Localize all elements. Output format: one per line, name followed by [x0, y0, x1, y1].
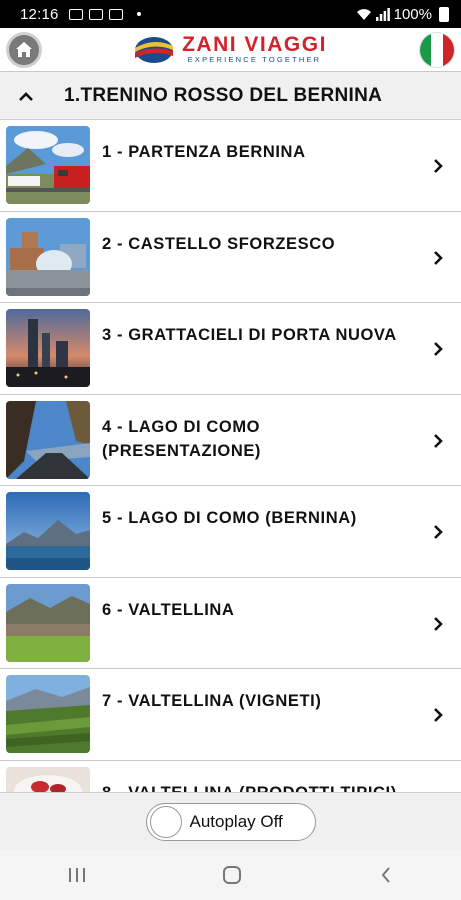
status-right: 100% [356, 6, 449, 23]
back-icon[interactable] [378, 865, 394, 885]
list-item[interactable]: 6 - VALTELLINA [0, 578, 461, 669]
footer-bar: Autoplay Off [0, 792, 461, 850]
list-item[interactable]: 2 - CASTELLO SFORZESCO [0, 212, 461, 303]
chevron-right-icon[interactable] [431, 249, 445, 267]
list-item[interactable]: 8 - VALTELLINA (PRODOTTI TIPICI) [0, 761, 461, 793]
thumbnail-lake-mountains [6, 492, 90, 570]
home-icon [16, 42, 32, 57]
logo-emblem-icon [135, 36, 174, 63]
notification-icons [68, 8, 141, 20]
chevron-right-icon[interactable] [431, 340, 445, 358]
status-bar: 12:16 100% [0, 0, 461, 28]
list-item-label: 3 - GRATTACIELI DI PORTA NUOVA [102, 326, 397, 344]
thumbnail-valley [6, 583, 90, 662]
mail-icon [108, 8, 123, 20]
list-item-label: 5 - LAGO DI COMO (BERNINA) [102, 509, 357, 527]
autoplay-label: Autoplay Off [189, 811, 283, 831]
list-item-label: 4 - LAGO DI COMO (PRESENTAZIONE) [102, 417, 262, 460]
chevron-right-icon[interactable] [431, 432, 445, 450]
list-item[interactable]: 3 - GRATTACIELI DI PORTA NUOVA [0, 303, 461, 395]
autoplay-toggle[interactable]: Autoplay Off [145, 802, 316, 841]
battery-icon [439, 6, 449, 22]
list-item-label: 1 - PARTENZA BERNINA [102, 143, 306, 161]
logo-title: ZANI VIAGGI [182, 32, 327, 56]
status-time: 12:16 [20, 5, 59, 23]
thumbnail-vineyards [6, 675, 90, 753]
itinerary-list[interactable]: 1 - PARTENZA BERNINA 2 - CASTELLO SFORZE… [0, 120, 461, 792]
chevron-right-icon[interactable] [431, 706, 445, 724]
brand-logo: ZANI VIAGGI EXPERIENCE TOGETHER [134, 32, 327, 65]
thumbnail-products [6, 766, 90, 792]
list-item[interactable]: 4 - LAGO DI COMO (PRESENTAZIONE) [0, 395, 461, 486]
list-item[interactable]: 7 - VALTELLINA (VIGNETI) [0, 669, 461, 761]
chevron-up-icon[interactable] [18, 91, 34, 101]
section-header[interactable]: 1.TRENINO ROSSO DEL BERNINA [0, 72, 461, 120]
wifi-icon [356, 8, 371, 20]
logo-tagline: EXPERIENCE TOGETHER [187, 54, 322, 64]
home-button[interactable] [6, 31, 42, 68]
thumbnail-lake-road [6, 400, 90, 479]
chevron-right-icon[interactable] [431, 157, 445, 175]
image-icon [68, 8, 83, 20]
list-item-label: 6 - VALTELLINA [102, 600, 235, 619]
recent-apps-icon[interactable] [67, 866, 87, 884]
list-item-label: 7 - VALTELLINA (VIGNETI) [102, 692, 322, 710]
list-item-label: 8 - VALTELLINA (PRODOTTI TIPICI) [102, 781, 412, 793]
thumbnail-castle [6, 217, 90, 296]
chevron-right-icon[interactable] [431, 615, 445, 633]
italian-flag-icon[interactable] [419, 31, 455, 68]
toggle-knob[interactable] [149, 805, 182, 838]
app-header: ZANI VIAGGI EXPERIENCE TOGETHER [0, 28, 461, 72]
gallery-icon [88, 8, 103, 20]
battery-percent: 100% [393, 5, 432, 23]
list-item[interactable]: 1 - PARTENZA BERNINA [0, 120, 461, 212]
home-nav-icon[interactable] [221, 864, 243, 886]
section-title: 1.TRENINO ROSSO DEL BERNINA [64, 84, 383, 106]
chevron-right-icon[interactable] [431, 523, 445, 541]
more-notifications-dot [136, 12, 141, 16]
thumbnail-skyscrapers [6, 309, 90, 387]
list-item[interactable]: 5 - LAGO DI COMO (BERNINA) [0, 486, 461, 578]
list-item-label: 2 - CASTELLO SFORZESCO [102, 234, 336, 253]
thumbnail-train [6, 126, 90, 204]
system-nav-bar [0, 850, 461, 900]
signal-icon [375, 7, 390, 21]
